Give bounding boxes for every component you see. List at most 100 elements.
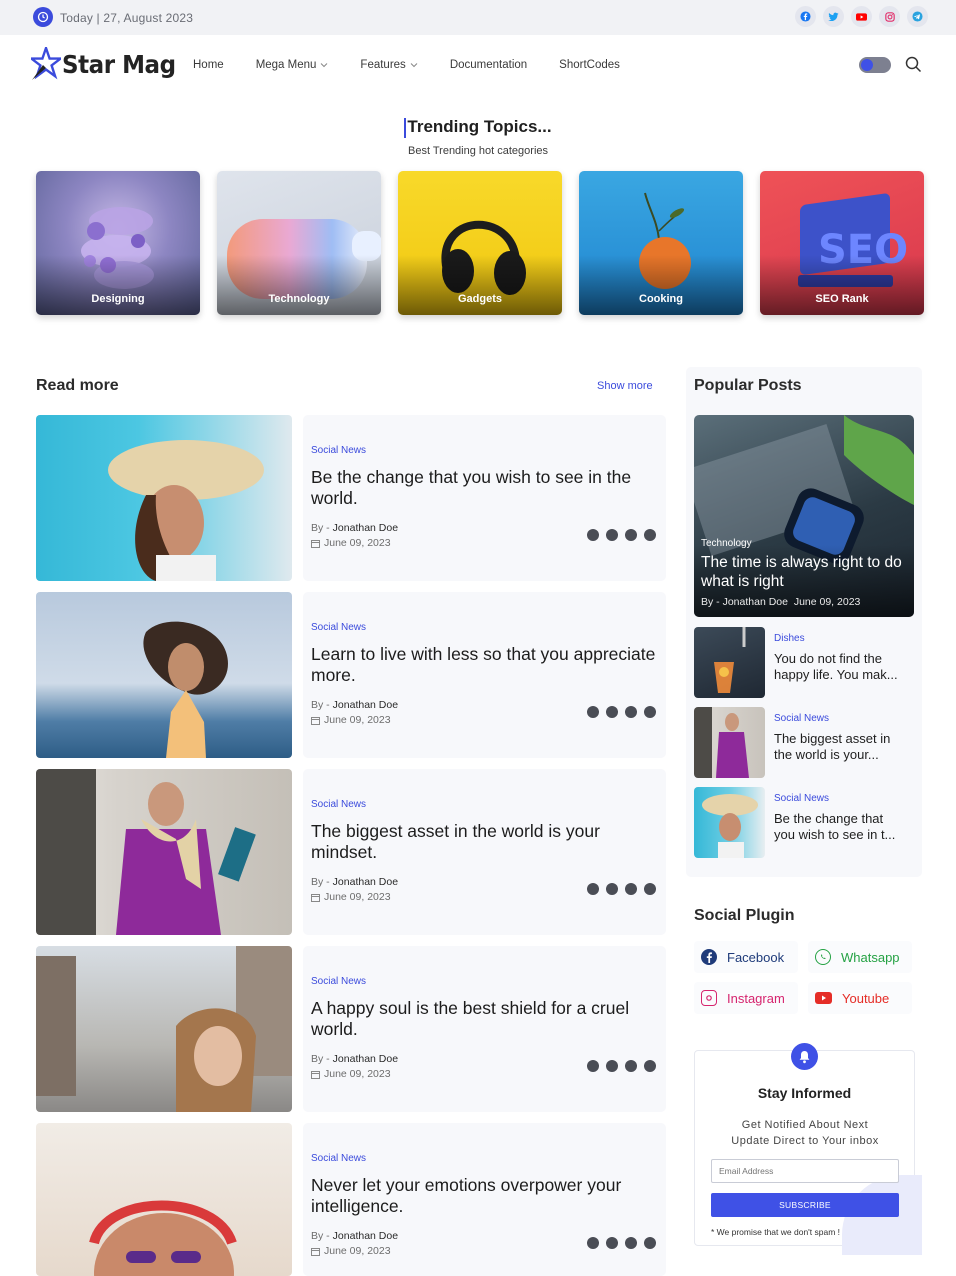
instagram-icon[interactable] — [879, 6, 900, 27]
nav-shortcodes[interactable]: ShortCodes — [559, 59, 620, 71]
category-card-seo-rank[interactable]: SEO SEO Rank — [760, 171, 924, 315]
nav-home[interactable]: Home — [193, 59, 224, 71]
twitter-icon[interactable] — [606, 1060, 618, 1072]
popular-post-item[interactable]: Social News Be the change that you wish t… — [694, 787, 914, 858]
by-label: By - — [311, 699, 330, 711]
post-title[interactable]: A happy soul is the best shield for a cr… — [311, 998, 656, 1040]
post-title[interactable]: The biggest asset in the world is your m… — [311, 821, 656, 863]
post-image[interactable] — [36, 1123, 292, 1276]
whatsapp-icon[interactable] — [625, 883, 637, 895]
category-label: SEO Rank — [815, 293, 869, 305]
facebook-icon[interactable] — [587, 706, 599, 718]
category-card-technology[interactable]: Technology — [217, 171, 381, 315]
facebook-icon[interactable] — [587, 529, 599, 541]
category-card-cooking[interactable]: Cooking — [579, 171, 743, 315]
nav-documentation[interactable]: Documentation — [450, 59, 527, 71]
post-date: June 09, 2023 — [311, 891, 391, 903]
read-more-title: Read more — [36, 377, 119, 394]
featured-post-text: Technology The time is always right to d… — [701, 538, 906, 608]
facebook-icon[interactable] — [587, 1237, 599, 1249]
email-field[interactable] — [711, 1159, 899, 1183]
telegram-icon[interactable] — [644, 529, 656, 541]
post-date: June 09, 2023 — [311, 714, 391, 726]
show-more-link[interactable]: Show more — [597, 380, 653, 392]
post-title[interactable]: Be the change that you wish to see in th… — [311, 467, 656, 509]
post-category[interactable]: Technology — [701, 538, 906, 549]
post-category[interactable]: Social News — [774, 793, 829, 804]
author-name[interactable]: Jonathan Doe — [333, 876, 398, 888]
author-name[interactable]: Jonathan Doe — [333, 522, 398, 534]
twitter-icon[interactable] — [606, 706, 618, 718]
nav-features[interactable]: Features — [360, 59, 418, 71]
twitter-icon[interactable] — [606, 1237, 618, 1249]
social-facebook-link[interactable]: Facebook — [694, 941, 798, 973]
category-card-designing[interactable]: Designing — [36, 171, 200, 315]
post-category[interactable]: Social News — [774, 713, 829, 724]
whatsapp-icon[interactable] — [625, 706, 637, 718]
telegram-icon[interactable] — [907, 6, 928, 27]
youtube-icon[interactable] — [851, 6, 872, 27]
post-category[interactable]: Social News — [311, 799, 366, 810]
post-thumbnail[interactable] — [694, 707, 765, 778]
social-whatsapp-link[interactable]: Whatsapp — [808, 941, 912, 973]
post-card[interactable]: Social News The biggest asset in the wor… — [36, 769, 666, 935]
post-image[interactable] — [36, 946, 292, 1112]
author-name[interactable]: Jonathan Doe — [333, 1053, 398, 1065]
site-header: Star Mag Home Mega Menu Features Documen… — [0, 35, 956, 97]
twitter-icon[interactable] — [823, 6, 844, 27]
search-icon[interactable] — [905, 56, 922, 73]
current-date: Today | 27, August 2023 — [60, 11, 194, 25]
popular-featured-post[interactable]: Technology The time is always right to d… — [694, 415, 914, 617]
telegram-icon[interactable] — [644, 883, 656, 895]
post-title[interactable]: The time is always right to do what is r… — [701, 553, 906, 591]
post-date: June 09, 2023 — [311, 1068, 391, 1080]
telegram-icon[interactable] — [644, 1060, 656, 1072]
dark-mode-toggle[interactable] — [859, 57, 891, 73]
post-thumbnail[interactable] — [694, 787, 765, 858]
post-image[interactable] — [36, 592, 292, 758]
post-category[interactable]: Dishes — [774, 633, 805, 644]
author-name[interactable]: Jonathan Doe — [333, 1230, 398, 1242]
category-card-gadgets[interactable]: Gadgets — [398, 171, 562, 315]
post-title[interactable]: Learn to live with less so that you appr… — [311, 644, 656, 686]
post-image[interactable] — [36, 415, 292, 581]
social-youtube-link[interactable]: Youtube — [808, 982, 912, 1014]
post-date: June 09, 2023 — [311, 537, 391, 549]
nav-mega-menu[interactable]: Mega Menu — [256, 59, 329, 71]
post-category[interactable]: Social News — [311, 622, 366, 633]
facebook-icon[interactable] — [795, 6, 816, 27]
twitter-icon[interactable] — [606, 883, 618, 895]
nav-label: Documentation — [449, 59, 528, 71]
subscribe-button[interactable]: SUBSCRIBE — [711, 1193, 899, 1217]
post-title[interactable]: Be the change that you wish to see in t..… — [774, 811, 912, 843]
popular-post-item[interactable]: Social News The biggest asset in the worl… — [694, 707, 914, 778]
post-category[interactable]: Social News — [311, 976, 366, 987]
post-title[interactable]: You do not find the happy life. You mak..… — [774, 651, 912, 683]
telegram-icon[interactable] — [644, 706, 656, 718]
post-card[interactable]: Social News A happy soul is the best shi… — [36, 946, 666, 1112]
post-title[interactable]: The biggest asset in the world is your... — [774, 731, 912, 763]
telegram-icon[interactable] — [644, 1237, 656, 1249]
social-instagram-link[interactable]: Instagram — [694, 982, 798, 1014]
post-image[interactable] — [36, 769, 292, 935]
date-text: June 09, 2023 — [324, 537, 391, 549]
post-card[interactable]: Social News Learn to live with less so t… — [36, 592, 666, 758]
date-text: June 09, 2023 — [324, 1245, 391, 1257]
site-logo[interactable]: Star Mag — [31, 47, 186, 81]
facebook-icon[interactable] — [587, 1060, 599, 1072]
author-name[interactable]: Jonathan Doe — [333, 699, 398, 711]
facebook-icon[interactable] — [587, 883, 599, 895]
social-plugin-grid: Facebook Whatsapp Instagram Youtube — [694, 941, 914, 1014]
post-card[interactable]: Social News Never let your emotions over… — [36, 1123, 666, 1276]
popular-post-item[interactable]: Dishes You do not find the happy life. Yo… — [694, 627, 914, 698]
whatsapp-icon[interactable] — [625, 1237, 637, 1249]
post-category[interactable]: Social News — [311, 1153, 366, 1164]
twitter-icon[interactable] — [606, 529, 618, 541]
post-title-line: happy life. You mak... — [774, 667, 898, 682]
whatsapp-icon[interactable] — [625, 1060, 637, 1072]
post-thumbnail[interactable] — [694, 627, 765, 698]
post-title[interactable]: Never let your emotions overpower your i… — [311, 1175, 656, 1217]
post-card[interactable]: Social News Be the change that you wish … — [36, 415, 666, 581]
whatsapp-icon[interactable] — [625, 529, 637, 541]
post-category[interactable]: Social News — [311, 445, 366, 456]
